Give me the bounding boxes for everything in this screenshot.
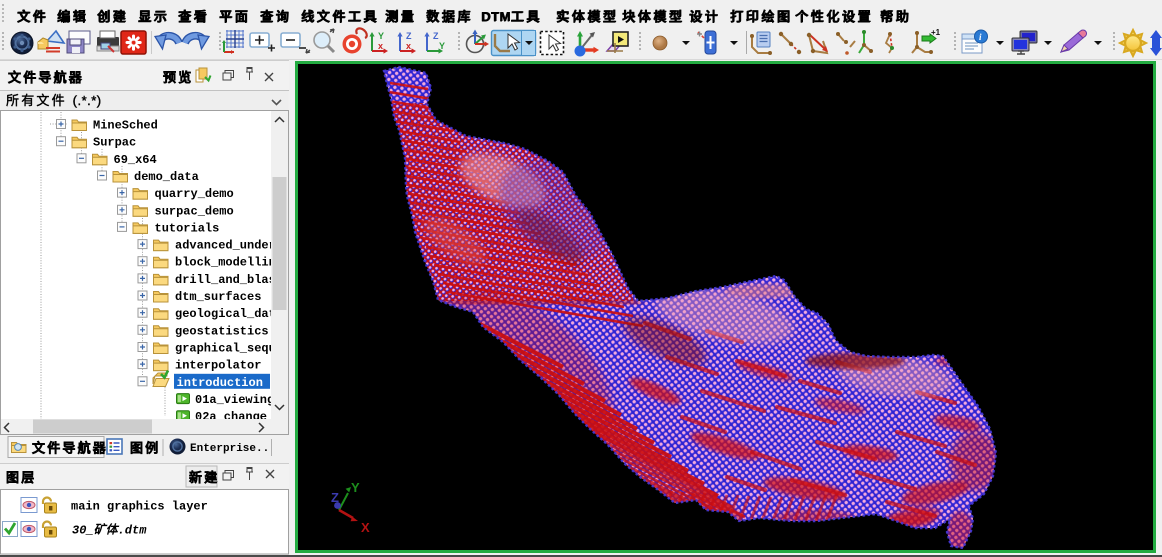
svg-text:Z: Z <box>433 31 439 41</box>
svg-text:demo_data: demo_data <box>134 170 199 184</box>
svg-text:图层: 图层 <box>6 470 36 485</box>
svg-text:tutorials: tutorials <box>155 221 220 235</box>
svg-text:图例: 图例 <box>130 441 160 456</box>
svg-text:introduction: introduction <box>177 376 263 390</box>
svg-text:文件导航器: 文件导航器 <box>8 70 84 85</box>
svg-text:quarry_demo: quarry_demo <box>155 187 234 201</box>
svg-text:预览: 预览 <box>163 70 193 85</box>
svg-text:main graphics layer: main graphics layer <box>71 500 208 514</box>
svg-text:graphical_seque: graphical_seque <box>175 342 283 356</box>
svg-text:geostatistics: geostatistics <box>175 324 269 338</box>
svg-text:所有文件 (.*.*): 所有文件 (.*.*) <box>6 93 102 108</box>
svg-text:Y: Y <box>378 31 384 41</box>
svg-text:Y: Y <box>439 41 445 51</box>
svg-text:Y: Y <box>351 480 360 495</box>
svg-text:dtm_surfaces: dtm_surfaces <box>175 290 261 304</box>
svg-text:MineSched: MineSched <box>93 119 158 133</box>
svg-text:新建: 新建 <box>189 470 219 485</box>
svg-text:block_modelling: block_modelling <box>175 256 283 270</box>
svg-text:drill_and_blast: drill_and_blast <box>175 273 283 287</box>
svg-text:文件导航器: 文件导航器 <box>32 441 108 456</box>
svg-text:X: X <box>361 520 370 535</box>
svg-text:Surpac: Surpac <box>93 136 136 150</box>
svg-text:geological_data: geological_data <box>175 307 283 321</box>
svg-text:surpac_demo: surpac_demo <box>155 204 234 218</box>
svg-text:+1: +1 <box>931 28 941 37</box>
svg-text:Z: Z <box>406 31 412 41</box>
svg-text:30_矿体.dtm: 30_矿体.dtm <box>72 523 147 538</box>
svg-text:01a_viewing_: 01a_viewing_ <box>195 393 282 407</box>
svg-text:x: x <box>406 41 411 51</box>
svg-text:interpolator: interpolator <box>175 359 261 373</box>
svg-text:69_x64: 69_x64 <box>114 153 157 167</box>
svg-text:advanced_underg: advanced_underg <box>175 239 283 253</box>
svg-text:Enterprise..: Enterprise.. <box>190 443 269 455</box>
svg-text:x: x <box>378 41 383 51</box>
